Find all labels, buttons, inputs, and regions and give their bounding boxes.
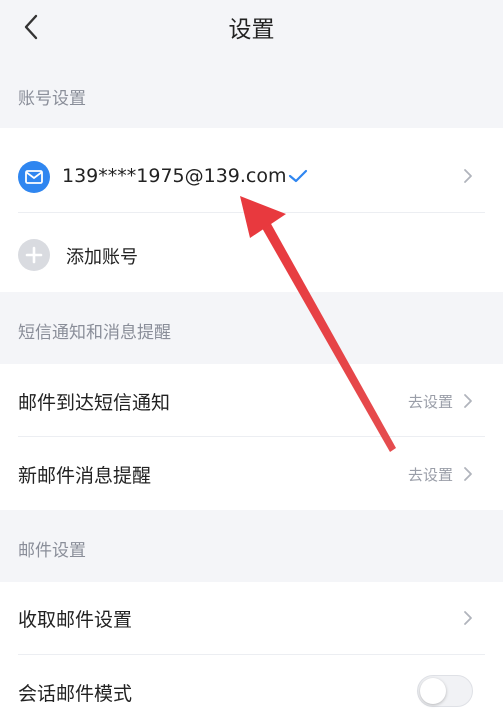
section-title-account: 账号设置 <box>18 89 86 109</box>
section-title-mail: 邮件设置 <box>18 541 86 561</box>
toggle-knob <box>420 678 446 704</box>
mail-arrival-sms-action: 去设置 <box>407 393 453 411</box>
new-mail-reminder-label: 新邮件消息提醒 <box>18 465 152 487</box>
plus-icon <box>18 239 50 271</box>
account-email: 139****1975@139.com <box>62 165 287 187</box>
chevron-right-icon <box>464 611 472 625</box>
page-title: 设置 <box>228 17 275 43</box>
conversation-mode-row: 会话邮件模式 <box>0 655 503 719</box>
chevron-right-icon <box>464 394 472 408</box>
account-row[interactable]: 139****1975@139.com <box>0 128 503 212</box>
receive-mail-settings-label: 收取邮件设置 <box>18 609 133 631</box>
conversation-mode-toggle[interactable] <box>417 675 473 707</box>
checkmark-icon <box>288 169 308 183</box>
chevron-right-icon <box>464 467 472 481</box>
top-bar: 设置 <box>0 0 503 56</box>
add-account-row[interactable]: 添加账号 <box>0 213 503 292</box>
new-mail-reminder-row[interactable]: 新邮件消息提醒 去设置 <box>0 437 503 510</box>
conversation-mode-label: 会话邮件模式 <box>18 683 133 705</box>
mail-arrival-sms-label: 邮件到达短信通知 <box>18 392 171 414</box>
section-title-sms: 短信通知和消息提醒 <box>18 323 171 343</box>
add-account-label: 添加账号 <box>66 247 138 268</box>
new-mail-reminder-action: 去设置 <box>407 466 453 484</box>
mail-arrival-sms-row[interactable]: 邮件到达短信通知 去设置 <box>0 364 503 436</box>
receive-mail-settings-row[interactable]: 收取邮件设置 <box>0 582 503 654</box>
mail-card: 收取邮件设置 会话邮件模式 <box>0 582 503 719</box>
chevron-right-icon <box>464 169 472 183</box>
sms-card: 邮件到达短信通知 去设置 新邮件消息提醒 去设置 <box>0 364 503 510</box>
mail-icon <box>18 161 50 193</box>
account-card: 139****1975@139.com 添加账号 <box>0 128 503 292</box>
